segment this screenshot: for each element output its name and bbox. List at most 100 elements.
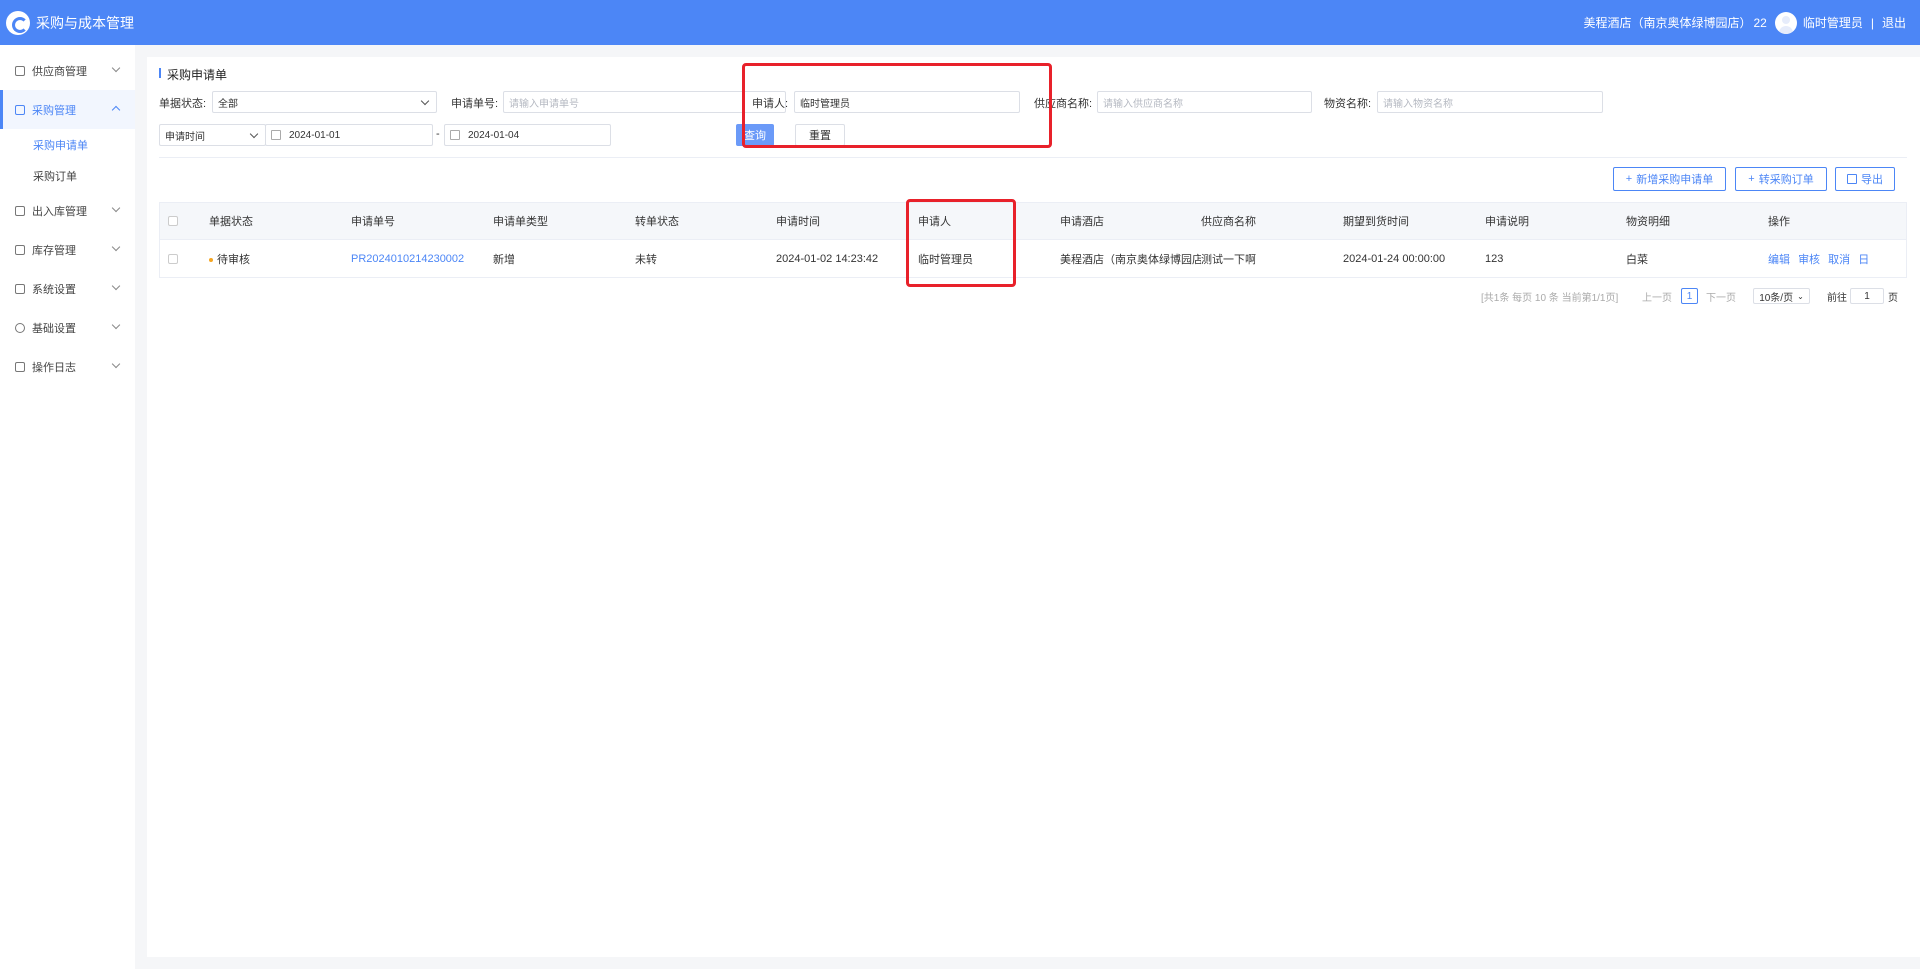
date-start-input[interactable]: 2024-01-01 [265,124,433,146]
hotel-cell: 美程酒店（南京奥体绿博园店） [1060,253,1201,266]
column-header: 申请单类型 [493,216,548,228]
row-checkbox[interactable] [168,253,178,264]
prev-page-button[interactable]: 上一页 [1642,289,1672,304]
column-header: 转单状态 [635,216,679,228]
date-separator: - [436,128,440,140]
column-header: 供应商名称 [1201,216,1256,228]
page-size-value: 10条/页 [1759,292,1794,304]
sidebar-item-logs[interactable]: 操作日志 [0,347,135,386]
supplier-cell: 测试一下啊 [1201,253,1256,266]
table-header: 单据状态 申请单号 申请单类型 转单状态 申请时间 申请人 申请酒店 供应商名称… [160,203,1906,240]
sidebar-subitem-purchase-order[interactable]: 采购订单 [0,160,135,191]
status-filter-label: 单据状态: [159,98,207,110]
column-header: 物资明细 [1626,216,1670,228]
sidebar-subitem-purchase-request[interactable]: 采购申请单 [0,129,135,160]
status-cell: 待审核 [209,251,351,267]
user-name[interactable]: 临时管理员 [1803,14,1863,31]
chevron-up-icon [111,105,121,115]
time-type-select[interactable]: 申请时间 [159,124,266,146]
date-end-input[interactable]: 2024-01-04 [444,124,611,146]
main-panel: 采购申请单 单据状态: 全部 申请单号: 请输入申请单号 申请人: 临时管理员 … [147,57,1920,957]
apply-time-cell: 2024-01-02 14:23:42 [776,252,879,265]
add-request-label: 新增采购申请单 [1636,174,1714,186]
convert-order-button[interactable]: + 转采购订单 [1735,167,1827,191]
order-no-link[interactable]: PR2024010214230002 [351,253,493,265]
items-cell: 白菜 [1626,253,1648,266]
column-header: 申请单号 [351,216,395,228]
add-request-button[interactable]: + 新增采购申请单 [1613,167,1726,191]
select-all-checkbox[interactable] [168,216,178,226]
sidebar-item-inout[interactable]: 出入库管理 [0,191,135,230]
chevron-down-icon: ⌄ [1797,291,1804,301]
sidebar-item-label: 基础设置 [32,322,76,335]
page-size-select[interactable]: 10条/页 ⌄ [1753,288,1810,304]
export-label: 导出 [1861,174,1883,186]
reset-button[interactable]: 重置 [795,124,845,146]
applicant-label: 申请人: [752,98,789,110]
app-logo-icon [6,10,30,35]
supplier-label: 供应商名称: [1034,98,1093,110]
expected-time-cell: 2024-01-24 00:00:00 [1343,252,1446,265]
column-header: 操作 [1768,216,1790,228]
avatar[interactable] [1774,11,1797,34]
cancel-link[interactable]: 取消 [1828,254,1850,266]
sidebar-item-purchase[interactable]: 采购管理 [0,90,135,129]
table-row: 待审核 PR2024010214230002 新增 未转 2024-01-02 … [160,240,1906,277]
user-area: 美程酒店（南京奥体绿博园店） 22 临时管理员 | 退出 [1583,0,1906,45]
sidebar-item-inventory[interactable]: 库存管理 [0,230,135,269]
column-header: 期望到货时间 [1343,216,1409,228]
current-page[interactable]: 1 [1681,288,1698,304]
convert-status-cell: 未转 [635,253,657,266]
supplier-input[interactable]: 请输入供应商名称 [1097,91,1312,113]
applicant-cell: 临时管理员 [918,253,973,266]
logout-link[interactable]: 退出 [1882,14,1906,31]
order-no-input[interactable]: 请输入申请单号 [503,91,786,113]
sidebar-item-label: 库存管理 [32,244,76,257]
chevron-down-icon [249,129,259,139]
column-header: 单据状态 [209,216,253,228]
plus-icon: + [1748,173,1755,185]
applicant-input[interactable]: 临时管理员 [794,91,1020,113]
sidebar-item-label: 出入库管理 [32,205,87,218]
pending-dot-icon [209,257,213,262]
log-link[interactable]: 日志 [1858,254,1868,266]
ops-cell: 编辑 审核 取消 日志 [1768,251,1868,267]
app-title: 采购与成本管理 [36,14,134,31]
audit-link[interactable]: 审核 [1798,254,1820,266]
chevron-down-icon [111,281,121,291]
separator: | [1870,15,1874,30]
sidebar-item-basic[interactable]: 基础设置 [0,308,135,347]
purchase-icon [15,104,25,115]
column-header: 申请说明 [1485,216,1529,228]
gear-icon [15,322,25,333]
type-cell: 新增 [493,253,515,266]
inventory-icon [15,244,25,255]
column-header: 申请人 [918,216,951,228]
material-label: 物资名称: [1324,98,1372,110]
chevron-down-icon [111,320,121,330]
export-icon [1847,174,1857,184]
order-no-label: 申请单号: [451,98,499,110]
column-header: 申请酒店 [1060,216,1104,228]
plus-icon: + [1625,173,1633,185]
query-button[interactable]: 查询 [736,124,774,146]
date-end-value: 2024-01-04 [468,129,520,141]
status-select[interactable]: 全部 [212,91,437,113]
material-input[interactable]: 请输入物资名称 [1377,91,1603,113]
hotel-name[interactable]: 美程酒店（南京奥体绿博园店） [1583,14,1751,31]
sidebar-item-system[interactable]: 系统设置 [0,269,135,308]
sidebar-item-supplier[interactable]: 供应商管理 [0,51,135,90]
log-icon [15,361,25,372]
status-select-value: 全部 [218,98,238,110]
hotel-code: 22 [1753,15,1767,30]
time-type-value: 申请时间 [165,131,205,143]
export-button[interactable]: 导出 [1835,167,1895,191]
calendar-icon [450,130,460,140]
edit-link[interactable]: 编辑 [1768,254,1790,266]
sidebar: 供应商管理 采购管理 采购申请单 采购订单 出入库管理 库存管理 系统设置 基础… [0,45,135,969]
sidebar-item-label: 采购管理 [32,104,76,117]
next-page-button[interactable]: 下一页 [1706,289,1736,304]
request-table: 单据状态 申请单号 申请单类型 转单状态 申请时间 申请人 申请酒店 供应商名称… [159,202,1907,278]
goto-suffix: 页 [1888,293,1898,304]
goto-page-input[interactable]: 1 [1850,288,1884,304]
